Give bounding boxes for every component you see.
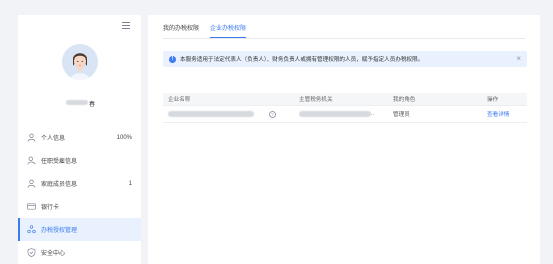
sidebar-nav: 个人信息 100% 任职受雇信息 家庭成员信息 1 银行卡 办税授权管理 安全中… (18, 126, 141, 264)
close-icon[interactable]: × (516, 54, 521, 63)
table-row: ? .. 管理员 查看详情 (163, 106, 527, 123)
sidebar-item-label: 银行卡 (41, 205, 60, 211)
family-icon (27, 179, 36, 188)
username: 春 (66, 100, 96, 108)
tab-my-tax-permissions[interactable]: 我的办税权限 (163, 24, 199, 38)
sidebar-item-label: 任职受雇信息 (41, 159, 78, 165)
alert-text: 本服务适用于法定代表人（负责人）、财务负责人或拥有管理权限的人员，赋予指定人员办… (180, 57, 424, 63)
main-panel: 我的办税权限 企业办税权限 ! 本服务适用于法定代表人（负责人）、财务负责人或拥… (148, 15, 540, 264)
user-icon (27, 133, 36, 142)
sidebar-item-bank-card[interactable]: 银行卡 (18, 195, 141, 218)
enterprise-table: 企业名称 主管税务机关 我的角色 操作 ? .. 管理员 查看详情 (163, 93, 527, 123)
authorization-icon (27, 225, 36, 234)
shield-icon (27, 248, 36, 257)
tab-divider (163, 38, 525, 39)
header-tax-office: 主管税务机关 (299, 97, 333, 103)
table-header: 企业名称 主管税务机关 我的角色 操作 (163, 93, 527, 106)
bank-card-icon (27, 202, 36, 211)
role-value: 管理员 (393, 112, 410, 118)
completion-percent: 100% (116, 134, 132, 141)
sidebar-item-tax-authorization[interactable]: 办税授权管理 (18, 218, 141, 241)
avatar (62, 44, 98, 80)
sidebar-item-label: 安全中心 (41, 251, 66, 257)
company-name-redacted (168, 106, 254, 122)
header-action: 操作 (487, 97, 499, 103)
sidebar-item-family[interactable]: 家庭成员信息 1 (18, 172, 141, 195)
sidebar-item-security[interactable]: 安全中心 (18, 241, 141, 264)
sidebar-item-label: 个人信息 (41, 136, 66, 142)
tab-enterprise-tax-permissions[interactable]: 企业办税权限 (210, 24, 247, 38)
tax-office-redacted: .. (299, 106, 374, 122)
info-icon: ! (169, 55, 176, 63)
sidebar-item-personal-info[interactable]: 个人信息 100% (18, 126, 141, 149)
tab-bar: 我的办税权限 企业办税权限 (163, 24, 257, 38)
header-company-name: 企业名称 (168, 97, 191, 103)
sidebar-item-label: 家庭成员信息 (41, 182, 78, 188)
family-count-badge: 1 (128, 180, 132, 187)
sidebar-item-employment[interactable]: 任职受雇信息 (18, 149, 141, 172)
header-my-role: 我的角色 (393, 97, 416, 103)
sidebar: 春 个人信息 100% 任职受雇信息 家庭成员信息 1 银行卡 办税授权管理 安… (18, 15, 141, 264)
view-details-link[interactable]: 查看详情 (487, 106, 509, 122)
info-alert: ! 本服务适用于法定代表人（负责人）、财务负责人或拥有管理权限的人员，赋予指定人… (163, 51, 527, 67)
sidebar-item-label: 办税授权管理 (41, 228, 78, 234)
menu-toggle-icon[interactable] (122, 22, 130, 29)
help-icon[interactable]: ? (269, 111, 276, 118)
employment-icon (27, 156, 36, 165)
